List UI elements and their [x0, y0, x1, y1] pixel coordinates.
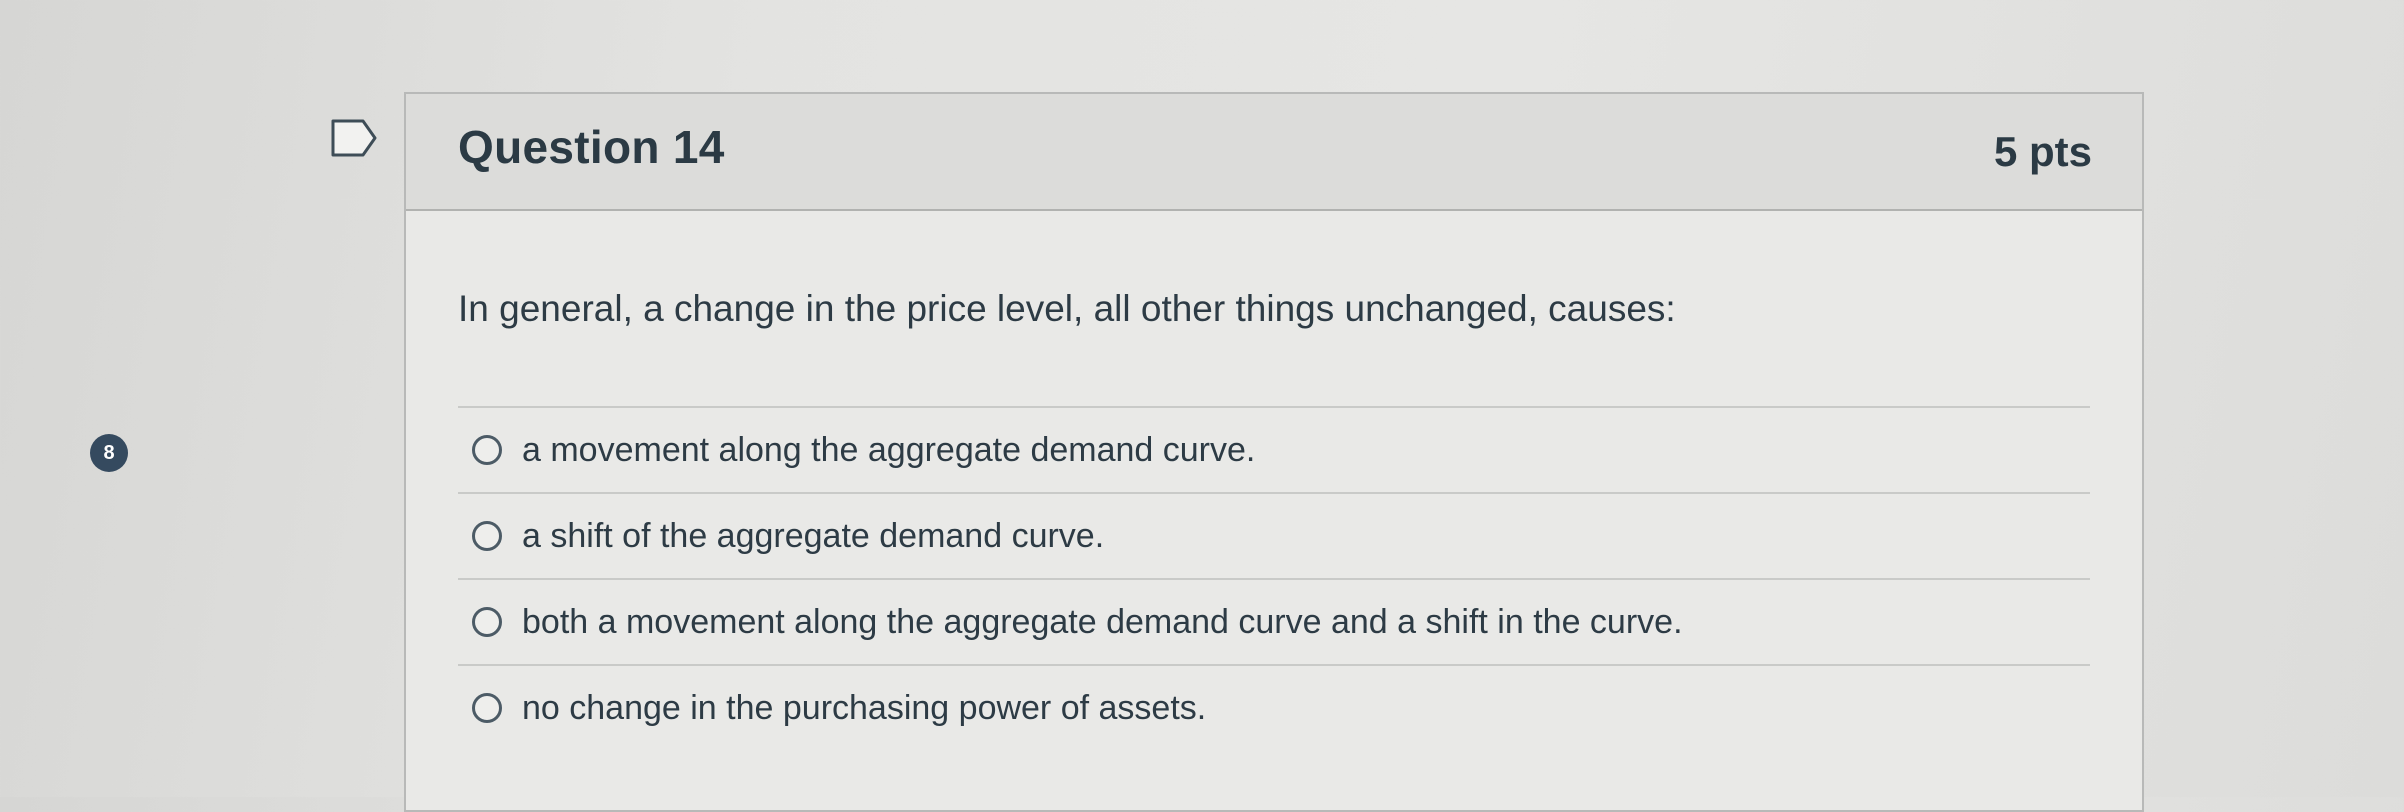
answer-option-3[interactable]: both a movement along the aggregate dema… [458, 578, 2090, 664]
radio-unchecked-icon[interactable] [472, 435, 502, 465]
radio-unchecked-icon[interactable] [472, 521, 502, 551]
question-title: Question 14 [458, 121, 725, 173]
question-prompt: In general, a change in the price level,… [458, 288, 1676, 329]
question-nav-badge[interactable]: 8 [90, 434, 128, 472]
answer-option-4[interactable]: no change in the purchasing power of ass… [458, 664, 2090, 750]
question-header: Question 14 5 pts [406, 94, 2142, 211]
flag-question-icon[interactable] [330, 118, 378, 158]
answer-option-2[interactable]: a shift of the aggregate demand curve. [458, 492, 2090, 578]
radio-unchecked-icon[interactable] [472, 607, 502, 637]
answer-label: a movement along the aggregate demand cu… [522, 430, 1256, 469]
answer-option-1[interactable]: a movement along the aggregate demand cu… [458, 406, 2090, 492]
answer-list: a movement along the aggregate demand cu… [458, 406, 2090, 750]
question-card: Question 14 5 pts In general, a change i… [404, 92, 2144, 812]
radio-unchecked-icon[interactable] [472, 693, 502, 723]
question-points: 5 pts [1993, 128, 2092, 175]
answer-label: both a movement along the aggregate dema… [522, 602, 1683, 641]
answer-label: no change in the purchasing power of ass… [522, 688, 1207, 727]
answer-label: a shift of the aggregate demand curve. [522, 516, 1105, 555]
